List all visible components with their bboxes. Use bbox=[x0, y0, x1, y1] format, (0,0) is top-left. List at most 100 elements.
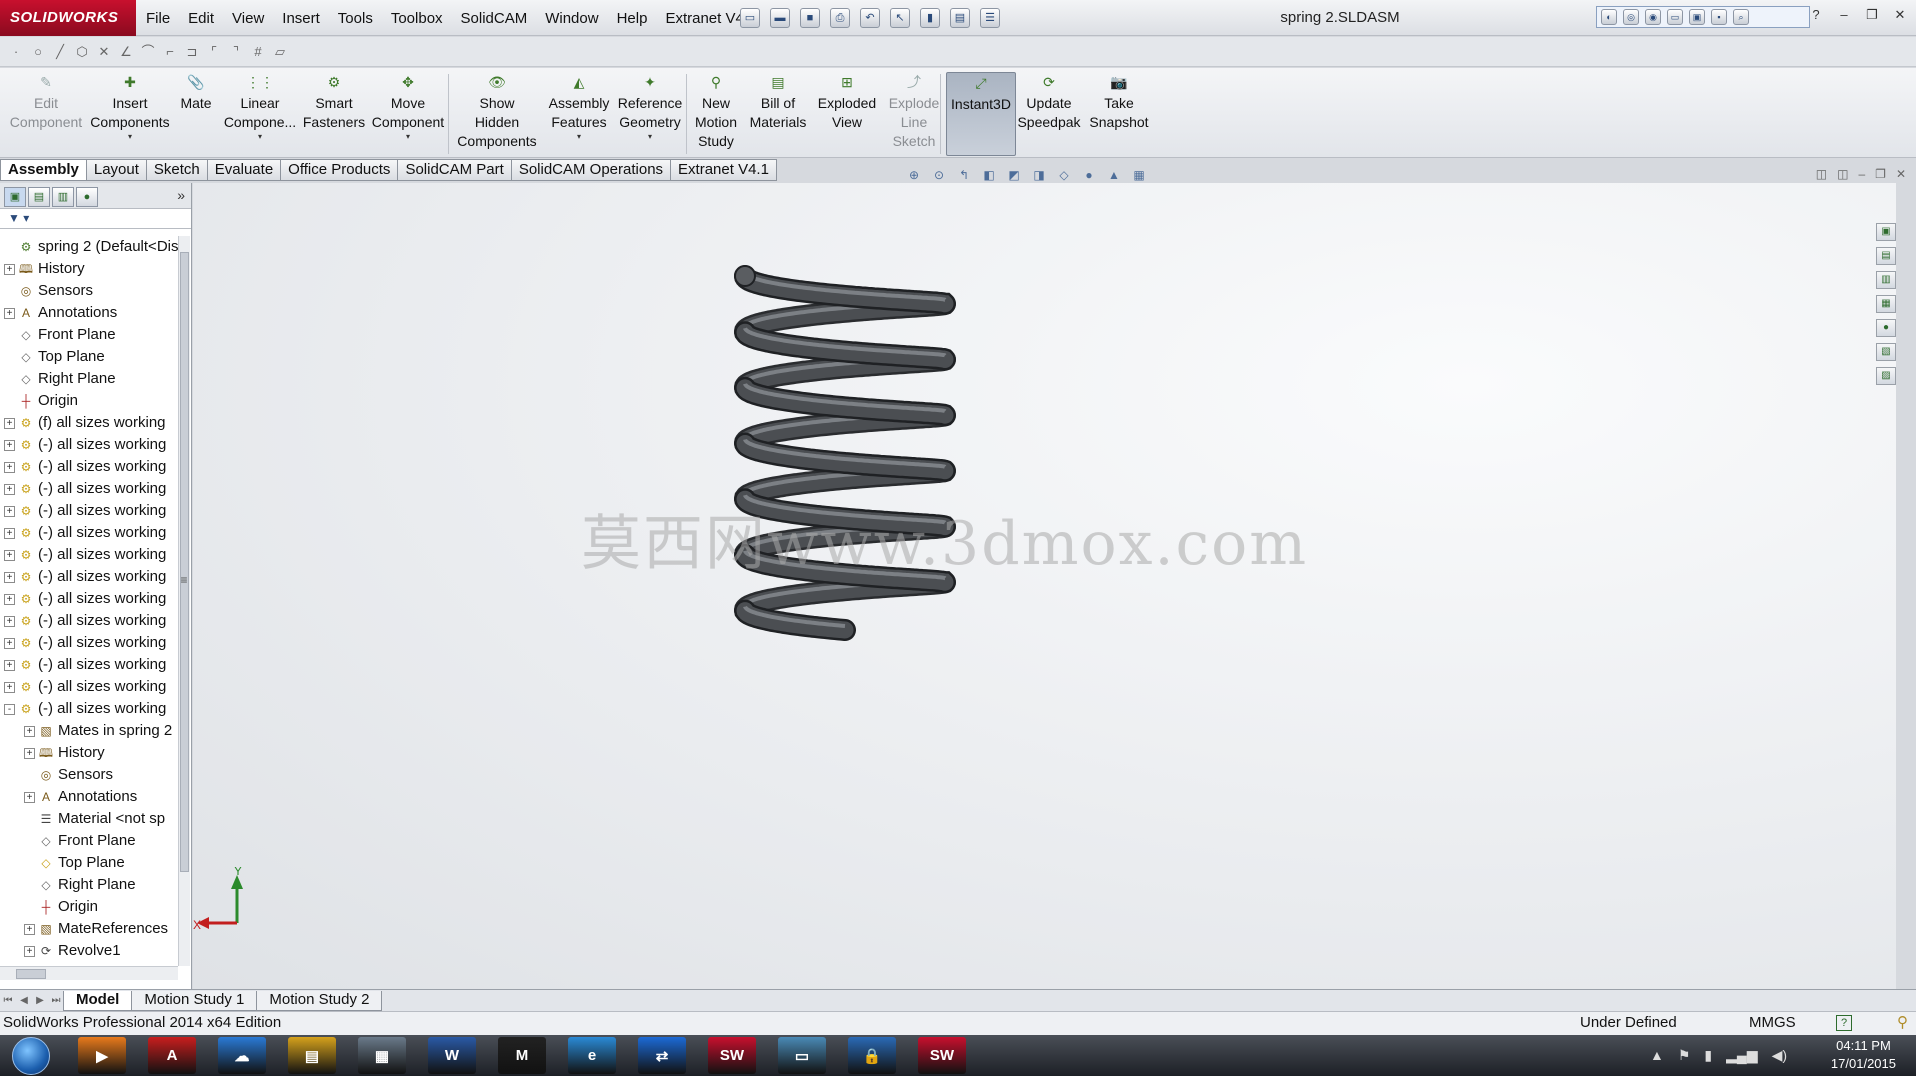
menu-view[interactable]: View bbox=[232, 10, 264, 27]
circle-icon[interactable]: ○ bbox=[30, 44, 46, 60]
menu-tools[interactable]: Tools bbox=[338, 10, 373, 27]
solidworks-icon[interactable]: SW bbox=[708, 1037, 756, 1074]
point-icon[interactable]: · bbox=[8, 44, 24, 60]
angle-icon[interactable]: ∠ bbox=[118, 44, 134, 60]
new-document-icon[interactable]: ▭ bbox=[740, 8, 760, 28]
tree-item[interactable]: - ⚙ (-) all sizes working bbox=[0, 698, 178, 720]
expand-icon[interactable]: + bbox=[24, 747, 35, 759]
view-settings-icon[interactable]: ▦ bbox=[1131, 167, 1147, 183]
last-tab-arrow-icon[interactable]: ⏭ bbox=[48, 992, 64, 1010]
edit-component-button[interactable]: ✎ Edit Component bbox=[4, 72, 88, 156]
explode-line-sketch-button[interactable]: ⤴ Explode Line Sketch bbox=[884, 72, 944, 156]
expand-icon[interactable]: + bbox=[24, 791, 35, 803]
acrobat-icon[interactable]: A bbox=[148, 1037, 196, 1074]
tree-item[interactable]: ◇ Top Plane bbox=[0, 346, 178, 368]
split-view-icon[interactable]: ◫ bbox=[1816, 167, 1827, 181]
solidworks-forum-icon[interactable]: ▨ bbox=[1876, 367, 1896, 385]
mate-button[interactable]: 📎 Mate bbox=[176, 72, 216, 156]
instant3d-button[interactable]: ⤢ Instant3D bbox=[946, 72, 1016, 156]
expand-icon[interactable]: + bbox=[4, 307, 15, 319]
menu-window[interactable]: Window bbox=[545, 10, 598, 27]
restore-icon[interactable]: ❐ bbox=[1862, 6, 1882, 24]
menu-toolbox[interactable]: Toolbox bbox=[391, 10, 443, 27]
first-tab-arrow-icon[interactable]: ⏮ bbox=[0, 992, 16, 1010]
internet-explorer-icon[interactable]: e bbox=[568, 1037, 616, 1074]
linear-compone-button[interactable]: ⋮⋮ Linear Compone... ▾ bbox=[224, 72, 296, 156]
tree-item[interactable]: ⚙ spring 2 (Default<Disp bbox=[0, 236, 178, 258]
search-icon[interactable]: ⌕ bbox=[1733, 9, 1749, 25]
solidworks-logo[interactable]: SOLIDWORKS bbox=[0, 0, 136, 36]
expand-icon[interactable]: + bbox=[4, 571, 15, 583]
close-doc-icon[interactable]: ✕ bbox=[1896, 167, 1906, 181]
status-units[interactable]: MMGS bbox=[1749, 1012, 1796, 1034]
menu-edit[interactable]: Edit bbox=[188, 10, 214, 27]
tab-layout[interactable]: Layout bbox=[86, 159, 147, 181]
tree-item[interactable]: + ⚙ (-) all sizes working bbox=[0, 566, 178, 588]
spring-model[interactable] bbox=[193, 183, 1896, 989]
tree-item[interactable]: + A Annotations bbox=[0, 302, 178, 324]
close-icon[interactable]: ✕ bbox=[1890, 6, 1910, 24]
bottom-tab-motion-study-2[interactable]: Motion Study 2 bbox=[256, 990, 383, 1011]
tree-item[interactable]: ◇ Top Plane bbox=[0, 852, 178, 874]
view-icon[interactable]: ◎ bbox=[1623, 9, 1639, 25]
expand-icon[interactable]: + bbox=[4, 637, 15, 649]
edit-appearance-icon[interactable]: ● bbox=[1081, 167, 1097, 183]
view-palette-icon[interactable]: ▦ bbox=[1876, 295, 1896, 313]
bottom-tab-model[interactable]: Model bbox=[63, 990, 133, 1011]
reference-geometry-button[interactable]: ✦ Reference Geometry ▾ bbox=[614, 72, 686, 156]
assembly-features-dropdown-icon[interactable]: ▾ bbox=[577, 132, 581, 142]
display-manager-tab-icon[interactable]: ● bbox=[76, 187, 98, 207]
clock[interactable]: 04:11 PM 17/01/2015 bbox=[1831, 1037, 1896, 1073]
bill-of-materials-button[interactable]: ▤ Bill of Materials bbox=[746, 72, 810, 156]
update-speedpak-button[interactable]: ⟳ Update Speedpak bbox=[1016, 72, 1082, 156]
take-snapshot-button[interactable]: 📷 Take Snapshot bbox=[1088, 72, 1150, 156]
prev-tab-arrow-icon[interactable]: ◀ bbox=[16, 992, 32, 1010]
graphics-area[interactable]: 莫西网www.3dmox.com Y X ▣ ▤ ▥ ▦ ● ▧ ▨ bbox=[193, 183, 1896, 989]
centerline-icon[interactable]: ⌝ bbox=[228, 44, 244, 60]
bottom-tab-motion-study-1[interactable]: Motion Study 1 bbox=[131, 990, 258, 1011]
view-orientation-icon[interactable]: ◩ bbox=[1006, 167, 1022, 183]
lock-icon[interactable]: 🔒 bbox=[848, 1037, 896, 1074]
smart-fasteners-button[interactable]: ⚙ Smart Fasteners bbox=[303, 72, 365, 156]
open-folder-icon[interactable]: ▬ bbox=[770, 8, 790, 28]
tab-evaluate[interactable]: Evaluate bbox=[207, 159, 282, 181]
smart-dimension-icon[interactable]: ⌐ bbox=[162, 44, 178, 60]
design-library-icon[interactable]: ▤ bbox=[1876, 247, 1896, 265]
expand-icon[interactable]: + bbox=[4, 593, 15, 605]
new-motion-study-button[interactable]: ⚲ New Motion Study bbox=[688, 72, 744, 156]
help-icon[interactable]: ? bbox=[1806, 6, 1826, 24]
camera-icon[interactable]: ▣ bbox=[1689, 9, 1705, 25]
tab-assembly[interactable]: Assembly bbox=[0, 159, 87, 181]
expand-icon[interactable]: + bbox=[4, 681, 15, 693]
tree-item[interactable]: + 🕮 History bbox=[0, 742, 178, 764]
tab-extranet-v4-1[interactable]: Extranet V4.1 bbox=[671, 159, 777, 181]
previous-view-icon[interactable]: ↰ bbox=[956, 167, 972, 183]
volume-icon[interactable]: ◀) bbox=[1772, 1047, 1787, 1064]
hide-show-items-icon[interactable]: ◇ bbox=[1056, 167, 1072, 183]
tree-item[interactable]: + ⟳ Revolve1 bbox=[0, 940, 178, 962]
minimize-icon[interactable]: – bbox=[1834, 6, 1854, 24]
section-view-icon[interactable]: ◧ bbox=[981, 167, 997, 183]
zoom-to-fit-icon[interactable]: ⊕ bbox=[906, 167, 922, 183]
slot-icon[interactable]: ⊐ bbox=[184, 44, 200, 60]
undo-icon[interactable]: ↶ bbox=[860, 8, 880, 28]
expand-icon[interactable]: + bbox=[4, 549, 15, 561]
community-icon[interactable]: ◐ bbox=[1601, 9, 1617, 25]
arc-icon[interactable]: ⌒ bbox=[140, 44, 156, 60]
tree-item[interactable]: + ⚙ (f) all sizes working bbox=[0, 412, 178, 434]
menu-solidcam[interactable]: SolidCAM bbox=[461, 10, 528, 27]
word-icon[interactable]: W bbox=[428, 1037, 476, 1074]
insert-components-button[interactable]: ✚ Insert Components ▾ bbox=[88, 72, 172, 156]
tab-solidcam-operations[interactable]: SolidCAM Operations bbox=[511, 159, 672, 181]
tree-item[interactable]: ◇ Front Plane bbox=[0, 830, 178, 852]
expand-icon[interactable]: + bbox=[4, 461, 15, 473]
calculator-icon[interactable]: ▦ bbox=[358, 1037, 406, 1074]
flag-icon[interactable]: ⚑ bbox=[1678, 1047, 1691, 1064]
print-icon[interactable]: ⎙ bbox=[830, 8, 850, 28]
file-properties-icon[interactable]: ▤ bbox=[950, 8, 970, 28]
tree-item[interactable]: + ⚙ (-) all sizes working bbox=[0, 522, 178, 544]
tree-item[interactable]: ◇ Right Plane bbox=[0, 874, 178, 896]
tree-item[interactable]: ┼ Origin bbox=[0, 896, 178, 918]
tree-item[interactable]: + A Annotations bbox=[0, 786, 178, 808]
expand-icon[interactable]: + bbox=[4, 417, 15, 429]
